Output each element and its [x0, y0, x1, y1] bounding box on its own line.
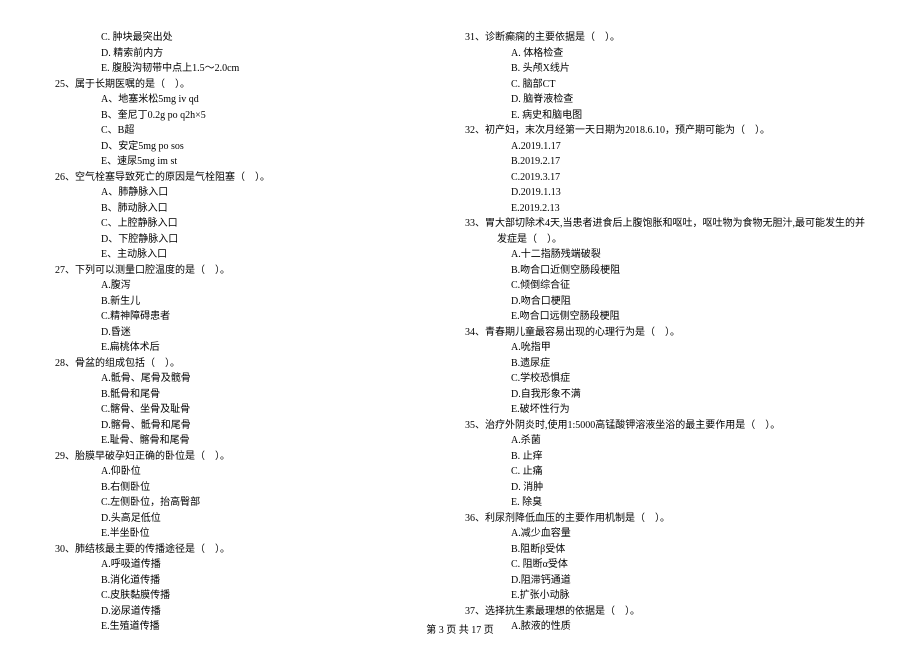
q27-option-b: B.新生儿	[55, 294, 420, 310]
q25-option-d: D、安定5mg po sos	[55, 139, 420, 155]
q25-option-b: B、奎尼丁0.2g po q2h×5	[55, 108, 420, 124]
q36-option-c: C. 阻断α受体	[465, 557, 865, 573]
q28-option-c: C.髂骨、坐骨及耻骨	[55, 402, 420, 418]
q33-stem-line2: 发症是（ ）。	[465, 232, 865, 248]
q33-option-b: B.吻合口近侧空肠段梗阻	[465, 263, 865, 279]
q26-option-d: D、下腔静脉入口	[55, 232, 420, 248]
q31-option-a: A. 体格检查	[465, 46, 865, 62]
q25-option-a: A、地塞米松5mg iv qd	[55, 92, 420, 108]
q32-option-b: B.2019.2.17	[465, 154, 865, 170]
q31-option-c: C. 脑部CT	[465, 77, 865, 93]
q33-stem-line1: 33、胃大部切除术4天,当患者进食后上腹饱胀和呕吐，呕吐物为食物无胆汁,最可能发…	[465, 216, 865, 232]
q34-option-c: C.学校恐惧症	[465, 371, 865, 387]
q35-option-c: C. 止痛	[465, 464, 865, 480]
q27-option-c: C.精神障碍患者	[55, 309, 420, 325]
q26-option-c: C、上腔静脉入口	[55, 216, 420, 232]
q26-stem: 26、空气栓塞导致死亡的原因是气栓阻塞（ ）。	[55, 170, 420, 186]
q28-stem: 28、骨盆的组成包括（ ）。	[55, 356, 420, 372]
page-container: C. 肿块最突出处 D. 精索前内方 E. 腹股沟韧带中点上1.5～2.0cm …	[0, 0, 920, 655]
q30-stem: 30、肺结核最主要的传播途径是（ ）。	[55, 542, 420, 558]
q29-option-d: D.头高足低位	[55, 511, 420, 527]
q25-option-c: C、B超	[55, 123, 420, 139]
q34-stem: 34、青春期儿童最容易出现的心理行为是（ ）。	[465, 325, 865, 341]
q35-option-d: D. 消肿	[465, 480, 865, 496]
q26-option-b: B、肺动脉入口	[55, 201, 420, 217]
page-footer: 第 3 页 共 17 页	[0, 621, 920, 636]
q32-option-c: C.2019.3.17	[465, 170, 865, 186]
q26-option-e: E、主动脉入口	[55, 247, 420, 263]
q29-stem: 29、胎膜早破孕妇正确的卧位是（ ）。	[55, 449, 420, 465]
q33-option-c: C.倾倒综合征	[465, 278, 865, 294]
q33-option-a: A.十二指肠残端破裂	[465, 247, 865, 263]
q34-option-e: E.破坏性行为	[465, 402, 865, 418]
q29-option-b: B.右侧卧位	[55, 480, 420, 496]
q24-option-c: C. 肿块最突出处	[55, 30, 420, 46]
q36-option-b: B.阻断β受体	[465, 542, 865, 558]
q24-option-e: E. 腹股沟韧带中点上1.5～2.0cm	[55, 61, 420, 77]
q35-option-b: B. 止痒	[465, 449, 865, 465]
q32-option-e: E.2019.2.13	[465, 201, 865, 217]
left-column: C. 肿块最突出处 D. 精索前内方 E. 腹股沟韧带中点上1.5～2.0cm …	[55, 30, 420, 635]
q25-option-e: E、速尿5mg im st	[55, 154, 420, 170]
q36-option-d: D.阻滞钙通道	[465, 573, 865, 589]
q31-option-d: D. 脑脊液检查	[465, 92, 865, 108]
q36-stem: 36、利尿剂降低血压的主要作用机制是（ ）。	[465, 511, 865, 527]
q30-option-c: C.皮肤黏膜传播	[55, 588, 420, 604]
right-column: 31、诊断癫痫的主要依据是（ ）。 A. 体格检查 B. 头颅X线片 C. 脑部…	[465, 30, 865, 635]
q35-stem: 35、治疗外阴炎时,使用1:5000高锰酸钾溶液坐浴的最主要作用是（ ）。	[465, 418, 865, 434]
q28-option-b: B.骶骨和尾骨	[55, 387, 420, 403]
q30-option-a: A.呼吸道传播	[55, 557, 420, 573]
q27-option-e: E.扁桃体术后	[55, 340, 420, 356]
q31-stem: 31、诊断癫痫的主要依据是（ ）。	[465, 30, 865, 46]
q32-option-d: D.2019.1.13	[465, 185, 865, 201]
q35-option-a: A.杀菌	[465, 433, 865, 449]
q29-option-c: C.左侧卧位，抬高臀部	[55, 495, 420, 511]
q32-option-a: A.2019.1.17	[465, 139, 865, 155]
q31-option-e: E. 病史和脑电图	[465, 108, 865, 124]
q33-option-e: E.吻合口远侧空肠段梗阻	[465, 309, 865, 325]
q37-stem: 37、选择抗生素最理想的依据是（ ）。	[465, 604, 865, 620]
q27-option-d: D.昏迷	[55, 325, 420, 341]
q32-stem: 32、初产妇，末次月经第一天日期为2018.6.10，预产期可能为（ ）。	[465, 123, 865, 139]
q34-option-b: B.遗尿症	[465, 356, 865, 372]
q28-option-d: D.髂骨、骶骨和尾骨	[55, 418, 420, 434]
q36-option-e: E.扩张小动脉	[465, 588, 865, 604]
q27-stem: 27、下列可以测量口腔温度的是（ ）。	[55, 263, 420, 279]
q30-option-b: B.消化道传播	[55, 573, 420, 589]
q25-stem: 25、属于长期医嘱的是（ ）。	[55, 77, 420, 93]
q24-option-d: D. 精索前内方	[55, 46, 420, 62]
q34-option-d: D.自我形象不满	[465, 387, 865, 403]
q29-option-a: A.仰卧位	[55, 464, 420, 480]
q36-option-a: A.减少血容量	[465, 526, 865, 542]
q34-option-a: A.吮指甲	[465, 340, 865, 356]
q33-option-d: D.吻合口梗阻	[465, 294, 865, 310]
q35-option-e: E. 除臭	[465, 495, 865, 511]
q28-option-e: E.耻骨、髂骨和尾骨	[55, 433, 420, 449]
q26-option-a: A、肺静脉入口	[55, 185, 420, 201]
q29-option-e: E.半坐卧位	[55, 526, 420, 542]
q28-option-a: A.骶骨、尾骨及髋骨	[55, 371, 420, 387]
q30-option-d: D.泌尿道传播	[55, 604, 420, 620]
q27-option-a: A.腹泻	[55, 278, 420, 294]
q31-option-b: B. 头颅X线片	[465, 61, 865, 77]
